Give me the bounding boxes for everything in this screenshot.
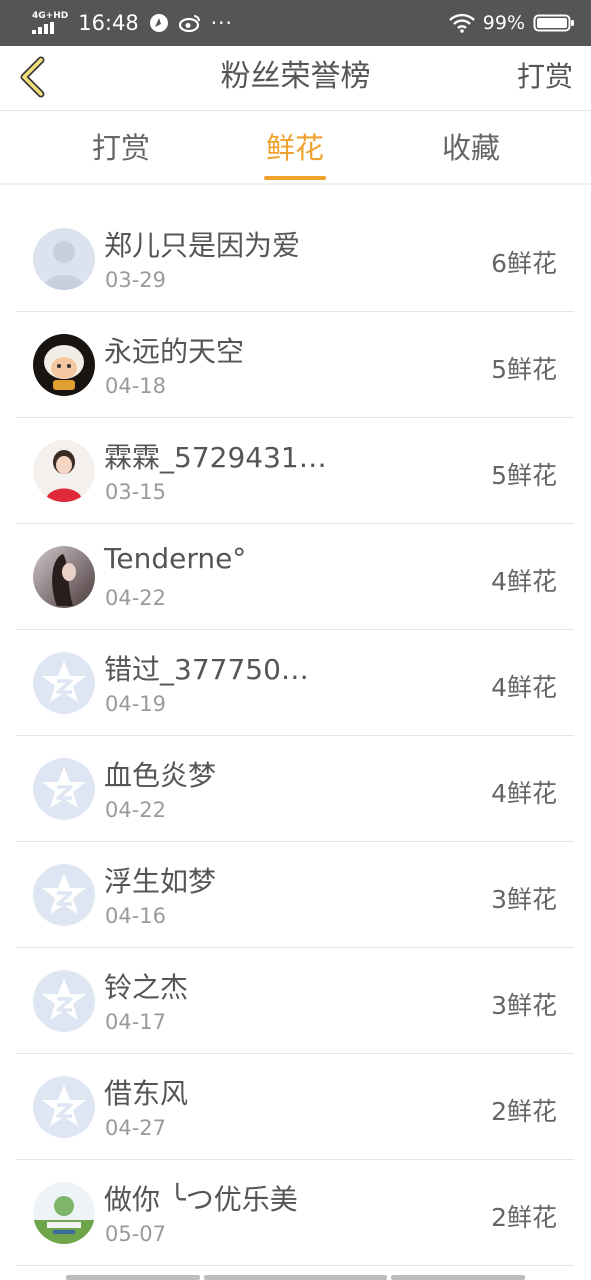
battery-icon [533,13,575,33]
list-item[interactable]: 血色炎梦 04-22 4鲜花 [16,736,574,842]
avatar[interactable] [33,334,95,396]
list-item[interactable]: Tenderne° 04-22 4鲜花 [16,524,574,630]
flower-count: 4鲜花 [491,779,557,808]
user-name: 血色炎梦 [104,759,217,792]
tab-tips[interactable]: 打赏 [90,111,152,183]
user-name: 郑儿只是因为爱 [104,229,301,262]
avatar[interactable] [33,970,95,1032]
gift-date: 04-19 [105,692,167,716]
flower-count: 4鲜花 [491,673,557,702]
tab-label: 收藏 [441,131,500,165]
battery-percent: 99% [482,12,525,34]
navigation-icon [149,13,169,33]
flower-count: 3鲜花 [491,885,557,914]
active-tab-indicator [264,176,326,180]
more-notifications-icon: ··· [210,11,233,35]
network-type: 4G+HD [32,11,69,21]
avatar[interactable] [33,652,95,714]
flower-count: 3鲜花 [491,991,557,1020]
gift-date: 04-17 [105,1010,167,1034]
flower-count: 2鲜花 [491,1203,557,1232]
qq-zone-star-icon [33,652,95,714]
user-name: 浮生如梦 [104,865,217,898]
gift-date: 04-16 [105,904,167,928]
avatar[interactable] [33,228,95,290]
flower-count: 5鲜花 [491,461,557,490]
avatar[interactable] [33,864,95,926]
flower-count: 2鲜花 [491,1097,557,1126]
avatar[interactable] [33,440,95,502]
list-item[interactable]: 霖霖_5729431… 03-15 5鲜花 [16,418,574,524]
user-name: 霖霖_5729431… [104,441,327,474]
status-bar: 4G+HD 16:48 ··· 99% [0,0,591,46]
gift-date: 04-18 [105,374,167,398]
qq-zone-star-icon [33,970,95,1032]
tab-flowers[interactable]: 鲜花 [264,111,326,183]
user-name: 借东风 [104,1077,189,1110]
avatar[interactable] [33,1076,95,1138]
default-user-icon [33,228,95,290]
gift-date: 03-15 [105,480,167,504]
list-item[interactable]: 浮生如梦 04-16 3鲜花 [16,842,574,948]
user-name: 做你 ╰つ优乐美 [104,1183,298,1216]
list-item[interactable]: 永远的天空 04-18 5鲜花 [16,312,574,418]
avatar[interactable] [33,546,95,608]
scroll-indicator [204,1275,387,1280]
list-item[interactable]: 做你 ╰つ优乐美 05-07 2鲜花 [16,1160,574,1266]
qq-zone-star-icon [33,1076,95,1138]
flower-count: 5鲜花 [491,355,557,384]
tab-favorites[interactable]: 收藏 [440,111,502,183]
scroll-indicator [66,1275,200,1280]
tab-bar: 打赏 鲜花 收藏 [0,111,591,185]
list-item[interactable]: 错过_377750… 04-19 4鲜花 [16,630,574,736]
tab-label: 打赏 [91,131,150,165]
tab-label: 鲜花 [265,131,324,165]
gift-date: 04-22 [105,798,167,822]
user-photo-icon [33,334,95,396]
wifi-icon [448,13,475,33]
gift-date: 05-07 [105,1222,167,1246]
signal-icon: 4G+HD [32,12,68,34]
qq-zone-star-icon [33,864,95,926]
list-item[interactable]: 郑儿只是因为爱 03-29 6鲜花 [16,206,574,312]
page-title: 粉丝荣誉榜 [220,59,371,94]
gift-date: 04-27 [105,1116,167,1140]
status-time: 16:48 [78,11,139,35]
flower-count: 6鲜花 [491,249,557,278]
gift-date: 04-22 [105,586,167,610]
user-name: 永远的天空 [104,335,245,368]
weibo-icon [178,14,201,32]
flower-count: 4鲜花 [491,567,557,596]
user-name: Tenderne° [104,542,247,575]
user-photo-icon [33,1182,95,1244]
tip-button[interactable]: 打赏 [517,46,573,110]
list-item[interactable]: 铃之杰 04-17 3鲜花 [16,948,574,1054]
list-item[interactable]: 借东风 04-27 2鲜花 [16,1054,574,1160]
fan-ranking-list: 郑儿只是因为爱 03-29 6鲜花 永远的天空 04-18 5鲜花 霖霖_572… [16,206,574,1266]
gift-date: 03-29 [105,268,167,292]
user-photo-icon [33,440,95,502]
avatar[interactable] [33,1182,95,1244]
user-name: 铃之杰 [104,971,189,1004]
scroll-indicator [391,1275,525,1280]
user-photo-icon [33,546,95,608]
user-name: 错过_377750… [104,653,309,686]
qq-zone-star-icon [33,758,95,820]
nav-bar: 粉丝荣誉榜 打赏 [0,46,591,111]
avatar[interactable] [33,758,95,820]
